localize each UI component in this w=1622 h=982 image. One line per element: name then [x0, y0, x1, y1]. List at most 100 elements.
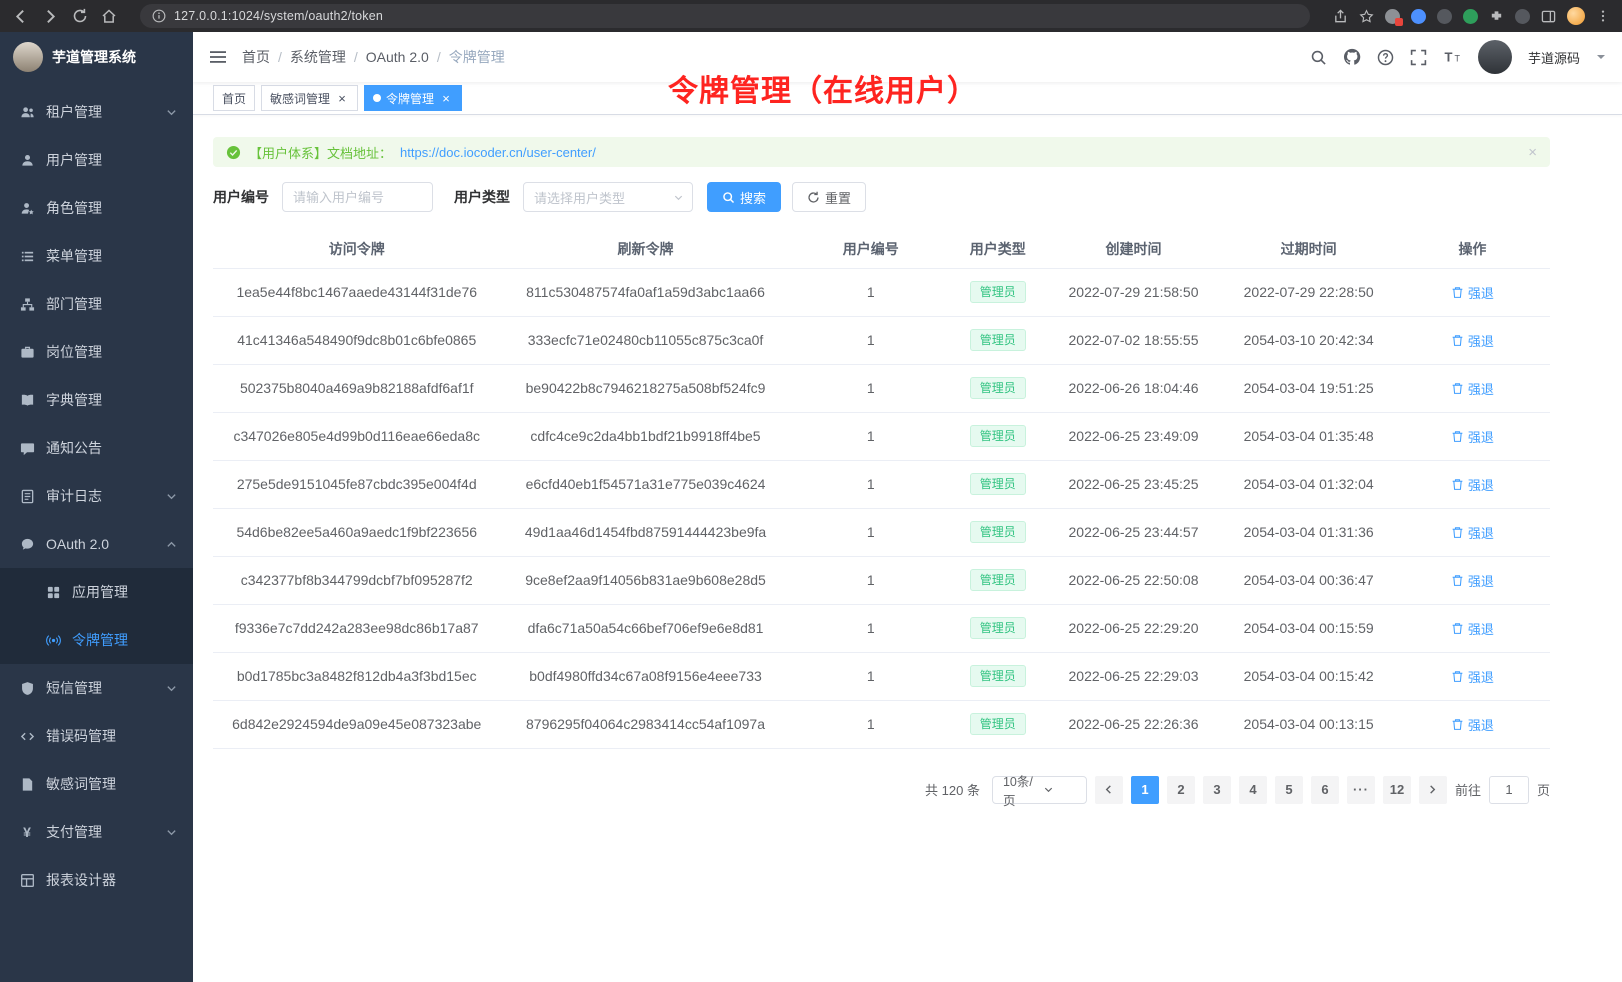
- help-icon[interactable]: [1377, 49, 1394, 66]
- tab-label: 敏感词管理: [270, 90, 330, 107]
- sidebar-item-label: 审计日志: [46, 486, 102, 506]
- chevron-down-icon[interactable]: [1596, 52, 1606, 62]
- page-button-5[interactable]: 5: [1275, 776, 1303, 804]
- force-logout-button[interactable]: 强退: [1451, 667, 1494, 686]
- refresh-token-cell: 9ce8ef2aa9f14056b831ae9b608e28d5: [500, 556, 790, 604]
- sidebar-item-notice[interactable]: 通知公告: [0, 424, 193, 472]
- sidebar-item-sms[interactable]: 短信管理: [0, 664, 193, 712]
- sidebar-item-errcode[interactable]: 错误码管理: [0, 712, 193, 760]
- sidebar-item-menu[interactable]: 菜单管理: [0, 232, 193, 280]
- force-logout-button[interactable]: 强退: [1451, 475, 1494, 494]
- sidebar-item-log[interactable]: 审计日志: [0, 472, 193, 520]
- log-icon: [19, 489, 35, 504]
- tab-close-icon[interactable]: ×: [439, 91, 453, 105]
- refresh-token-cell: 49d1aa46d1454fbd87591444423be9fa: [500, 508, 790, 556]
- goto-page-input[interactable]: [1489, 776, 1529, 804]
- collapse-sidebar-icon[interactable]: [209, 48, 227, 66]
- sidebar-item-role[interactable]: 角色管理: [0, 184, 193, 232]
- extension-icon[interactable]: [1411, 9, 1426, 24]
- more-pages-button[interactable]: ···: [1347, 776, 1375, 804]
- user-id-cell: 1: [791, 316, 951, 364]
- force-logout-button[interactable]: 强退: [1451, 283, 1494, 302]
- alert-doc-link[interactable]: https://doc.iocoder.cn/user-center/: [400, 145, 596, 160]
- chevron-down-icon: [166, 107, 177, 118]
- browser-profile-avatar[interactable]: [1567, 7, 1585, 25]
- force-logout-button[interactable]: 强退: [1451, 331, 1494, 350]
- access-token-cell: f9336e7c7dd242a283ee98dc86b17a87: [213, 604, 500, 652]
- page-button-12[interactable]: 12: [1383, 776, 1411, 804]
- extensions-puzzle-icon[interactable]: [1489, 9, 1504, 24]
- sidebar-item-tenant[interactable]: 租户管理: [0, 88, 193, 136]
- search-icon[interactable]: [1310, 49, 1327, 66]
- app-logo[interactable]: 芋道管理系统: [0, 32, 193, 82]
- force-logout-button[interactable]: 强退: [1451, 379, 1494, 398]
- reset-button[interactable]: 重置: [792, 182, 866, 212]
- fullscreen-icon[interactable]: [1410, 49, 1427, 66]
- user-avatar[interactable]: [1478, 40, 1512, 74]
- sidebar-item-dict[interactable]: 字典管理: [0, 376, 193, 424]
- alert-close-icon[interactable]: ×: [1528, 144, 1537, 161]
- force-logout-button[interactable]: 强退: [1451, 619, 1494, 638]
- sidebar-item-label: 令牌管理: [72, 630, 128, 650]
- username[interactable]: 芋道源码: [1528, 48, 1580, 67]
- user-type-cell: 管理员: [951, 556, 1045, 604]
- sidebar-item-pay[interactable]: ¥ 支付管理: [0, 808, 193, 856]
- column-header: 刷新令牌: [500, 230, 790, 268]
- extension-icon[interactable]: [1437, 9, 1452, 24]
- tab-item-0[interactable]: 首页: [213, 85, 255, 111]
- side-panel-icon[interactable]: [1541, 9, 1556, 24]
- user-type-cell: 管理员: [951, 364, 1045, 412]
- share-icon[interactable]: [1333, 9, 1348, 24]
- sidebar-item-token[interactable]: 令牌管理: [0, 616, 193, 664]
- browser-menu-icon[interactable]: [1596, 9, 1610, 23]
- site-info-icon[interactable]: [152, 9, 166, 23]
- forward-icon[interactable]: [42, 8, 59, 25]
- tab-close-icon[interactable]: ×: [335, 91, 349, 105]
- chevron-down-icon: [166, 683, 177, 694]
- github-icon[interactable]: [1343, 48, 1361, 66]
- tab-item-1[interactable]: 敏感词管理 ×: [261, 85, 358, 111]
- force-logout-button[interactable]: 强退: [1451, 427, 1494, 446]
- alert-text: 【用户体系】文档地址：: [249, 143, 392, 162]
- page-size-select[interactable]: 10条/页: [992, 776, 1087, 804]
- extension-icon[interactable]: [1463, 9, 1478, 24]
- tab-item-2[interactable]: 令牌管理 ×: [364, 85, 462, 111]
- next-page-button[interactable]: [1419, 776, 1447, 804]
- sidebar-item-sensitive[interactable]: 敏感词管理: [0, 760, 193, 808]
- user-type-select[interactable]: 请选择用户类型: [523, 182, 693, 212]
- breadcrumb-item-0[interactable]: 首页: [242, 47, 270, 67]
- page-button-1[interactable]: 1: [1131, 776, 1159, 804]
- force-logout-button[interactable]: 强退: [1451, 715, 1494, 734]
- user-id-input[interactable]: [282, 182, 433, 212]
- address-bar[interactable]: 127.0.0.1:1024/system/oauth2/token: [140, 4, 1310, 28]
- page-button-3[interactable]: 3: [1203, 776, 1231, 804]
- back-icon[interactable]: [12, 8, 29, 25]
- font-size-icon[interactable]: TT: [1443, 48, 1462, 66]
- tenant-icon: [19, 105, 35, 120]
- home-icon[interactable]: [101, 8, 117, 24]
- reload-icon[interactable]: [72, 8, 88, 24]
- expire-time-cell: 2054-03-04 01:32:04: [1222, 460, 1394, 508]
- sidebar-item-user[interactable]: 用户管理: [0, 136, 193, 184]
- breadcrumb-item-1[interactable]: 系统管理: [290, 47, 346, 67]
- force-logout-button[interactable]: 强退: [1451, 571, 1494, 590]
- extension-badged-icon[interactable]: [1385, 9, 1400, 24]
- sidebar-item-appgrid[interactable]: 应用管理: [0, 568, 193, 616]
- page-button-4[interactable]: 4: [1239, 776, 1267, 804]
- breadcrumb-item-2[interactable]: OAuth 2.0: [366, 49, 429, 65]
- extension-icon[interactable]: [1515, 9, 1530, 24]
- sidebar-item-report[interactable]: 报表设计器: [0, 856, 193, 904]
- sidebar-item-dept[interactable]: 部门管理: [0, 280, 193, 328]
- access-token-cell: c342377bf8b344799dcbf7bf095287f2: [213, 556, 500, 604]
- sidebar-item-label: 支付管理: [46, 822, 102, 842]
- search-button[interactable]: 搜索: [707, 182, 781, 212]
- prev-page-button[interactable]: [1095, 776, 1123, 804]
- force-logout-button[interactable]: 强退: [1451, 523, 1494, 542]
- sidebar-item-post[interactable]: 岗位管理: [0, 328, 193, 376]
- sms-icon: [19, 681, 35, 696]
- breadcrumb: 首页/系统管理/OAuth 2.0/令牌管理: [242, 47, 505, 67]
- page-button-6[interactable]: 6: [1311, 776, 1339, 804]
- sidebar-item-oauth[interactable]: OAuth 2.0: [0, 520, 193, 568]
- page-button-2[interactable]: 2: [1167, 776, 1195, 804]
- bookmark-star-icon[interactable]: [1359, 9, 1374, 24]
